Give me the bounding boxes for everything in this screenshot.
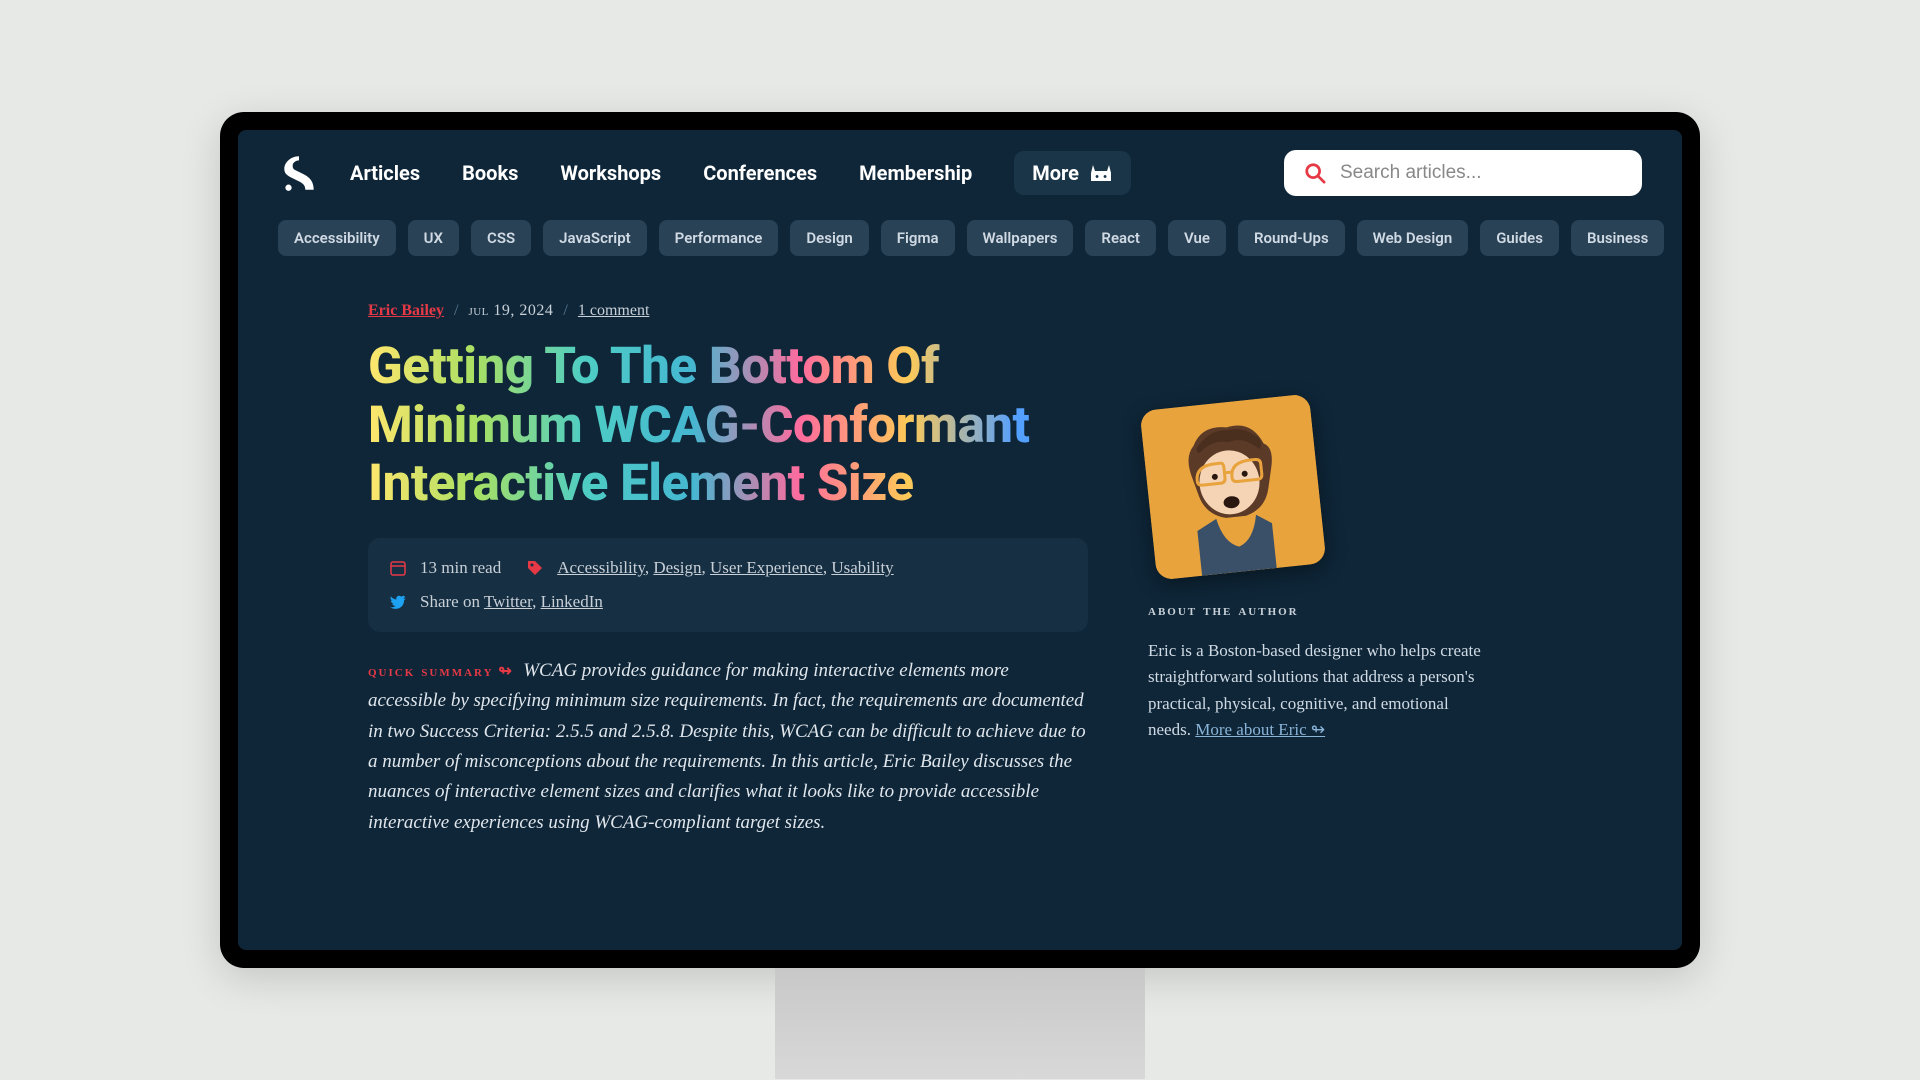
tag-accessibility[interactable]: Accessibility	[278, 220, 396, 256]
separator: /	[454, 302, 458, 320]
tag-roundups[interactable]: Round-Ups	[1238, 220, 1345, 256]
nav-membership[interactable]: Membership	[859, 161, 972, 185]
search-input[interactable]	[1340, 162, 1622, 184]
about-text: Eric is a Boston-based designer who help…	[1148, 638, 1488, 743]
share-links: Share on Twitter, LinkedIn	[420, 592, 603, 612]
tag-guides[interactable]: Guides	[1480, 220, 1559, 256]
article-content: Eric Bailey / jul 19, 2024 / 1 comment G…	[238, 272, 1682, 838]
about-more-link[interactable]: More about Eric ↬	[1195, 720, 1325, 739]
publish-date: jul 19, 2024	[468, 302, 553, 320]
tag-ux[interactable]: UX	[408, 220, 459, 256]
tag-design[interactable]: Design	[790, 220, 868, 256]
article-meta: Eric Bailey / jul 19, 2024 / 1 comment	[368, 302, 1088, 320]
site-logo[interactable]	[278, 152, 320, 194]
author-sidebar: about the author Eric is a Boston-based …	[1148, 302, 1488, 838]
share-prefix: Share on	[420, 592, 484, 611]
avatar-illustration	[1140, 394, 1327, 581]
topic-usability[interactable]: Usability	[831, 558, 893, 577]
cat-icon	[1089, 163, 1113, 183]
topic-accessibility[interactable]: Accessibility	[557, 558, 645, 577]
twitter-icon	[390, 594, 406, 610]
tag-react[interactable]: React	[1085, 220, 1156, 256]
about-heading: about the author	[1148, 602, 1488, 620]
author-avatar[interactable]	[1140, 394, 1327, 581]
share-twitter[interactable]: Twitter	[484, 592, 532, 611]
share-linkedin[interactable]: LinkedIn	[541, 592, 603, 611]
nav-workshops[interactable]: Workshops	[560, 161, 661, 185]
category-tags: Accessibility UX CSS JavaScript Performa…	[238, 212, 1682, 272]
article-summary: quick summary ↬ WCAG provides guidance f…	[368, 656, 1088, 838]
tag-vue[interactable]: Vue	[1168, 220, 1226, 256]
nav-more[interactable]: More	[1014, 151, 1131, 195]
site-header: Articles Books Workshops Conferences Mem…	[238, 130, 1682, 212]
read-time-row: 13 min read Accessibility, Design, User …	[390, 554, 1066, 582]
summary-text: WCAG provides guidance for making intera…	[368, 660, 1086, 833]
logo-icon	[278, 152, 320, 194]
author-link[interactable]: Eric Bailey	[368, 302, 444, 320]
topic-design[interactable]: Design	[653, 558, 701, 577]
comments-link[interactable]: 1 comment	[578, 302, 650, 320]
main-column: Eric Bailey / jul 19, 2024 / 1 comment G…	[368, 302, 1088, 838]
nav-articles[interactable]: Articles	[350, 161, 420, 185]
tag-webdesign[interactable]: Web Design	[1357, 220, 1469, 256]
tag-figma[interactable]: Figma	[881, 220, 955, 256]
summary-arrow-icon: ↬	[498, 663, 513, 680]
article-title: Getting To The Bottom Of Minimum WCAG-Co…	[368, 338, 1088, 514]
share-row: Share on Twitter, LinkedIn	[390, 588, 1066, 616]
tag-business[interactable]: Business	[1571, 220, 1664, 256]
search-icon	[1304, 162, 1326, 184]
topic-ux[interactable]: User Experience	[710, 558, 823, 577]
nav-books[interactable]: Books	[462, 161, 518, 185]
tag-css[interactable]: CSS	[471, 220, 531, 256]
tag-performance[interactable]: Performance	[659, 220, 779, 256]
nav-more-label: More	[1032, 161, 1079, 185]
summary-label: quick summary	[368, 663, 494, 680]
read-time: 13 min read	[420, 558, 501, 578]
calendar-icon	[390, 560, 406, 576]
tag-wallpapers[interactable]: Wallpapers	[967, 220, 1074, 256]
monitor-frame: Articles Books Workshops Conferences Mem…	[220, 112, 1700, 968]
website-viewport: Articles Books Workshops Conferences Mem…	[238, 130, 1682, 950]
topic-links: Accessibility, Design, User Experience, …	[557, 558, 893, 578]
search-box[interactable]	[1284, 150, 1642, 196]
main-nav: Articles Books Workshops Conferences Mem…	[350, 151, 1254, 195]
nav-conferences[interactable]: Conferences	[703, 161, 817, 185]
article-info-box: 13 min read Accessibility, Design, User …	[368, 538, 1088, 632]
separator: /	[563, 302, 567, 320]
tag-javascript[interactable]: JavaScript	[543, 220, 647, 256]
tag-icon	[527, 560, 543, 576]
